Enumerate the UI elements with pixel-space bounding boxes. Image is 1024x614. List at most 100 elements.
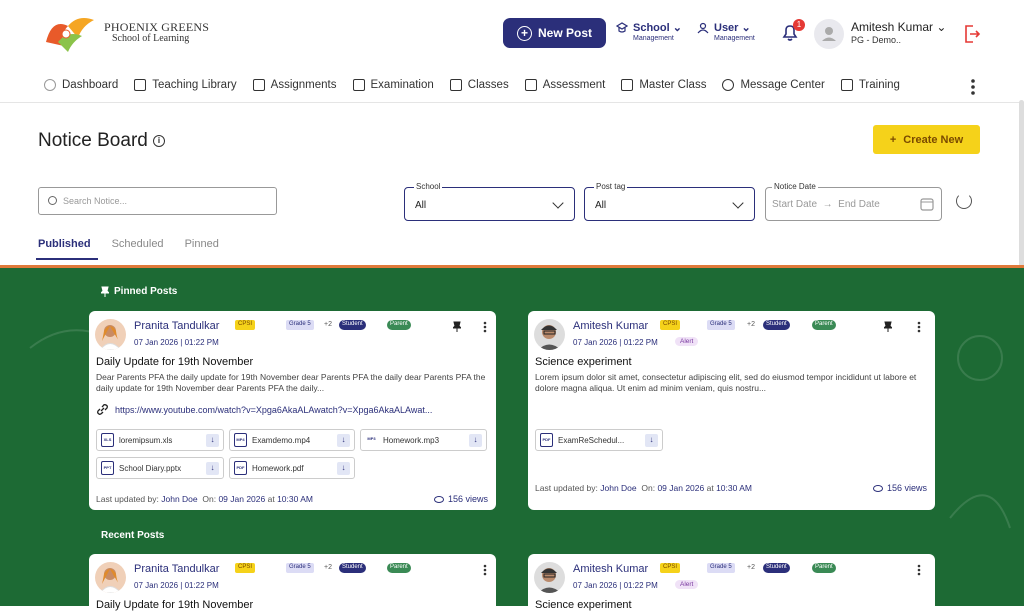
user-management-menu[interactable]: User ⌄ Management: [697, 22, 755, 43]
info-icon[interactable]: i: [153, 135, 165, 147]
download-icon[interactable]: ↓: [645, 433, 658, 447]
alert-badge: Alert: [675, 580, 699, 589]
pin-icon[interactable]: [453, 321, 461, 332]
updated-time: 10:30 AM: [277, 494, 313, 504]
create-new-button[interactable]: + Create New: [873, 125, 980, 154]
menu-label: Dashboard: [62, 79, 119, 91]
exam-icon: [352, 79, 365, 91]
author-name[interactable]: Amitesh Kumar: [573, 320, 648, 332]
post-date: 07 Jan 2026 | 01:22 PM: [134, 338, 219, 347]
page-title: Notice Board: [38, 130, 148, 151]
last-updated: Last updated by: John Doe On: 09 Jan 202…: [535, 483, 752, 493]
post-card[interactable]: Pranita Tandulkar CPSI Grade 5 +2 Studen…: [89, 554, 496, 614]
plus-icon: +: [889, 133, 897, 146]
role-badge: CPSI: [660, 563, 681, 573]
classes-icon: [449, 79, 462, 91]
view-count[interactable]: 156 views: [433, 494, 488, 504]
author-name[interactable]: Pranita Tandulkar: [134, 320, 219, 332]
reset-icon[interactable]: [956, 193, 972, 209]
role-badge: CPSI: [235, 320, 256, 330]
new-post-label: New Post: [537, 26, 592, 40]
avatar[interactable]: [814, 19, 844, 49]
menu-item-assessment[interactable]: Assessment: [524, 79, 605, 91]
ppt-file-icon: PPT: [101, 461, 114, 475]
tab-pinned[interactable]: Pinned: [185, 238, 219, 250]
menu-item-assignments[interactable]: Assignments: [252, 79, 337, 91]
post-body: Dear Parents PFA the daily update for 19…: [96, 372, 486, 393]
school-select-value: All: [415, 200, 427, 211]
student-tag: Student: [339, 563, 366, 573]
avatar: [95, 562, 126, 593]
menu-item-teaching-library[interactable]: Teaching Library: [134, 79, 237, 91]
post-card[interactable]: Amitesh Kumar CPSI Grade 5 +2 Student Pa…: [528, 554, 935, 614]
tab-scheduled[interactable]: Scheduled: [112, 238, 164, 250]
extra-count: +2: [324, 321, 332, 328]
more-vertical-icon[interactable]: [917, 564, 921, 576]
start-date: Start Date: [772, 199, 818, 210]
grade-badge: Grade 5: [286, 320, 314, 330]
message-icon: [722, 79, 735, 91]
updated-prefix: Last updated by:: [535, 483, 598, 493]
post-link-text: https://www.youtube.com/watch?v=Xpga6Aka…: [115, 404, 433, 415]
pin-icon: [101, 286, 109, 297]
extra-count: +2: [747, 321, 755, 328]
search-input[interactable]: Search Notice...: [38, 187, 277, 215]
post-card[interactable]: Amitesh Kumar CPSI Grade 5 +2 Student Pa…: [528, 311, 935, 510]
tab-published[interactable]: Published: [38, 238, 91, 250]
menu-item-message-center[interactable]: Message Center: [722, 79, 825, 91]
scrollbar[interactable]: [1019, 100, 1024, 280]
menu-item-classes[interactable]: Classes: [449, 79, 509, 91]
download-icon[interactable]: ↓: [337, 433, 350, 447]
pin-icon[interactable]: [884, 321, 892, 332]
download-icon[interactable]: ↓: [337, 461, 350, 475]
school-management-menu[interactable]: School ⌄ Management: [616, 22, 682, 43]
download-icon[interactable]: ↓: [206, 461, 219, 475]
menu-label: Message Center: [740, 79, 825, 91]
menu-item-training[interactable]: Training: [840, 79, 900, 91]
user-name[interactable]: Amitesh Kumar ⌄: [851, 20, 946, 34]
notice-date-range[interactable]: Notice Date Start Date → End Date: [765, 182, 942, 221]
pinned-posts-heading: Pinned Posts: [101, 286, 177, 297]
pinned-posts-title: Pinned Posts: [114, 286, 178, 297]
attachment-item[interactable]: MP3 Homework.mp3 ↓: [360, 429, 487, 451]
post-tag-select[interactable]: Post tag All: [584, 182, 755, 221]
download-icon[interactable]: ↓: [469, 433, 482, 447]
teacher-icon: [621, 79, 634, 91]
school-select[interactable]: School All: [404, 182, 575, 221]
more-vertical-icon[interactable]: [970, 78, 976, 96]
user-management-sub: Management: [714, 35, 755, 42]
more-vertical-icon[interactable]: [483, 321, 487, 333]
menu-label: Examination: [370, 79, 434, 91]
eye-icon: [433, 495, 444, 503]
attachment-item[interactable]: PPT School Diary.pptx ↓: [96, 457, 224, 479]
author-name[interactable]: Pranita Tandulkar: [134, 563, 219, 575]
plus-icon: +: [516, 25, 532, 41]
post-date: 07 Jan 2026 | 01:22 PM: [573, 581, 658, 590]
attachment-item[interactable]: MP4 Examdemo.mp4 ↓: [229, 429, 355, 451]
download-icon[interactable]: ↓: [206, 433, 219, 447]
logout-icon[interactable]: [963, 24, 981, 44]
attachment-item[interactable]: XLS loremipsum.xls ↓: [96, 429, 224, 451]
attachment-item[interactable]: PDF Homework.pdf ↓: [229, 457, 355, 479]
role-badge: CPSI: [235, 563, 256, 573]
more-vertical-icon[interactable]: [483, 564, 487, 576]
updated-by: John Doe: [600, 483, 637, 493]
new-post-button[interactable]: + New Post: [503, 18, 606, 48]
end-date: End Date: [838, 199, 880, 210]
chevron-down-icon: [552, 197, 564, 209]
attachment-item[interactable]: PDF ExamReSchedul... ↓: [535, 429, 663, 451]
view-count[interactable]: 156 views: [872, 483, 927, 493]
menu-item-examination[interactable]: Examination: [352, 79, 434, 91]
menu-item-master-class[interactable]: Master Class: [621, 79, 706, 91]
post-tag-label: Post tag: [594, 182, 628, 191]
calendar-icon: [920, 198, 934, 211]
chevron-down-icon: ⌄: [741, 22, 751, 34]
author-name[interactable]: Amitesh Kumar: [573, 563, 648, 575]
search-icon: [48, 196, 57, 205]
menu-item-dashboard[interactable]: Dashboard: [44, 79, 118, 91]
post-card[interactable]: Pranita Tandulkar CPSI Grade 5 +2 Studen…: [89, 311, 496, 510]
book-icon: [134, 79, 147, 91]
post-link[interactable]: https://www.youtube.com/watch?v=Xpga6Aka…: [96, 403, 432, 416]
more-vertical-icon[interactable]: [917, 321, 921, 333]
menu-label: Training: [858, 79, 900, 91]
